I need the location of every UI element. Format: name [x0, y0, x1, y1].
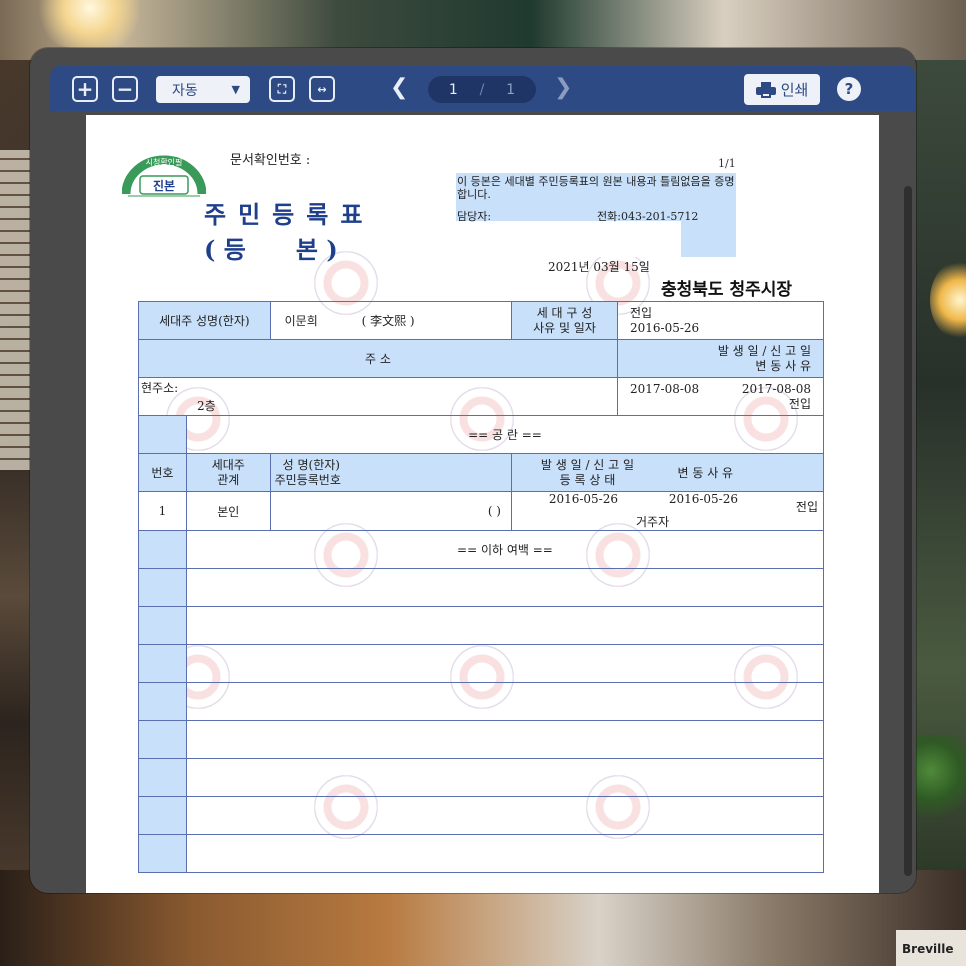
pdf-viewer-window: + − 자동 ▼ ⛶ ↔ ❮ 1 / 1 ❯ 인쇄 ? 시청확인필 진본 문서확… [30, 48, 916, 893]
zoom-out-button[interactable]: − [112, 76, 138, 102]
end-marker-cell: == 이하 여백 == [185, 530, 825, 569]
printer-icon [755, 81, 776, 98]
address-header-cell: 주 소 [138, 339, 618, 378]
composition-reason-label-cell: 세 대 구 성 사유 및 일자 [511, 301, 618, 340]
current-address-cell: 현주소: 2층 [138, 377, 618, 416]
background-plant [916, 735, 966, 825]
svg-text:시청확인필: 시청확인필 [146, 157, 183, 167]
address-occurred-date: 2017-08-08 [629, 381, 700, 396]
member-dates-cell: 2016-05-26 2016-05-26 전입 거주자 [511, 491, 824, 531]
total-pages: 1 [506, 81, 516, 98]
member-change-reason: 전입 [795, 500, 818, 514]
help-icon: ? [844, 80, 854, 98]
issuing-authority: 충청북도 청주시장 [661, 280, 793, 300]
member-occurred-date: 2016-05-26 [548, 492, 618, 506]
background-box: Breville [896, 930, 966, 966]
head-hanja: ( 李文熙 ) [361, 314, 415, 328]
page-count: 1/1 [718, 157, 736, 170]
member-number: 1 [138, 491, 187, 531]
print-label: 인쇄 [780, 81, 809, 99]
zoom-out-icon: − [116, 77, 134, 101]
member-reported-date: 2016-05-26 [668, 492, 738, 506]
member-name-cell: ( ) [269, 491, 513, 531]
col-number: 번호 [138, 453, 187, 492]
member-relation: 본인 [185, 491, 271, 531]
fit-width-icon: ↔ [317, 82, 327, 96]
zoom-select-value: 자동 [172, 82, 198, 99]
table-row [138, 568, 187, 607]
address-date-header-cell: 발 생 일 / 신 고 일 변 동 사 유 [616, 339, 825, 378]
table-row [138, 682, 187, 721]
address-detail: 2층 [197, 398, 216, 413]
composition-reason: 전입 [629, 305, 653, 320]
col-reason: 발 생 일 / 신 고 일 등 록 상 태 변 동 사 유 [541, 453, 825, 492]
table-row [138, 796, 187, 835]
composition-date: 2016-05-26 [629, 320, 700, 335]
fit-page-icon: ⛶ [277, 82, 287, 96]
previous-page-button[interactable]: ❮ [390, 75, 408, 100]
document-title: 주민등록표 [204, 200, 375, 229]
chevron-right-icon: ❯ [554, 75, 573, 100]
print-button[interactable]: 인쇄 [744, 74, 820, 105]
composition-reason-cell: 전입 2016-05-26 [616, 301, 825, 340]
col-name: 성 명(한자) 주민등록번호 [269, 453, 513, 492]
officer-phone: 전화:043-201-5712 [597, 210, 699, 223]
officer-contact: 담당자: 전화:043-201-5712 [457, 208, 735, 224]
member-hanja: ( ) [487, 504, 501, 518]
svg-text:진본: 진본 [153, 178, 175, 193]
fit-page-button[interactable]: ⛶ [269, 76, 295, 102]
current-page-input[interactable]: 1 [449, 82, 458, 98]
zoom-in-button[interactable]: + [72, 76, 98, 102]
vertical-scrollbar[interactable] [904, 186, 912, 876]
document-subtitle: ( 등 본 ) [204, 235, 338, 264]
registration-table: 세대주 성명(한자) 이문희 ( 李文熙 ) 세 대 구 성 사유 및 일자 전… [138, 301, 825, 873]
officer-label: 담당자: [457, 210, 492, 223]
head-name: 이문희 [284, 314, 318, 328]
table-row: 1 본인 ( ) 2016-05-26 2016-05-26 전입 거주자 [138, 491, 824, 531]
table-row [138, 758, 187, 797]
chevron-down-icon: ▼ [231, 83, 240, 96]
address-reported-date: 2017-08-08 [741, 381, 811, 396]
zoom-select[interactable]: 자동 ▼ [156, 76, 250, 103]
head-name-cell: 이문희 ( 李文熙 ) [269, 301, 513, 340]
blank-marker-cell: == 공 란 == [185, 415, 825, 454]
zoom-in-icon: + [76, 77, 94, 101]
table-row [138, 644, 187, 683]
document-page: 시청확인필 진본 문서확인번호 : 1/1 주민등록표 ( 등 본 ) 이 등본… [86, 115, 879, 893]
authenticity-seal: 시청확인필 진본 [121, 150, 207, 198]
fit-width-button[interactable]: ↔ [309, 76, 335, 102]
next-page-button[interactable]: ❯ [554, 75, 572, 100]
table-row [138, 720, 187, 759]
page-separator: / [479, 81, 485, 98]
col-relation: 세대주 관계 [185, 453, 271, 492]
help-button[interactable]: ? [837, 77, 861, 101]
chevron-left-icon: ❮ [390, 75, 409, 100]
document-number-label: 문서확인번호 : [230, 153, 311, 168]
viewer-toolbar: + − 자동 ▼ ⛶ ↔ ❮ 1 / 1 ❯ 인쇄 ? [50, 65, 916, 111]
member-status: 거주자 [636, 515, 670, 529]
table-row [138, 834, 187, 873]
certification-statement: 이 등본은 세대별 주민등록표의 원본 내용과 틀림없음을 증명합니다. [457, 175, 735, 201]
address-change-reason: 전입 [788, 396, 811, 411]
head-label-cell: 세대주 성명(한자) [138, 301, 271, 340]
issue-date: 2021년 03월 15일 [548, 260, 650, 274]
address-change-cell: 2017-08-08 2017-08-08 전입 [616, 377, 825, 416]
document-scroll-area[interactable]: 시청확인필 진본 문서확인번호 : 1/1 주민등록표 ( 등 본 ) 이 등본… [50, 111, 916, 893]
page-indicator: 1 / 1 [428, 76, 536, 103]
table-row [138, 606, 187, 645]
current-address-label: 현주소: [141, 380, 179, 395]
